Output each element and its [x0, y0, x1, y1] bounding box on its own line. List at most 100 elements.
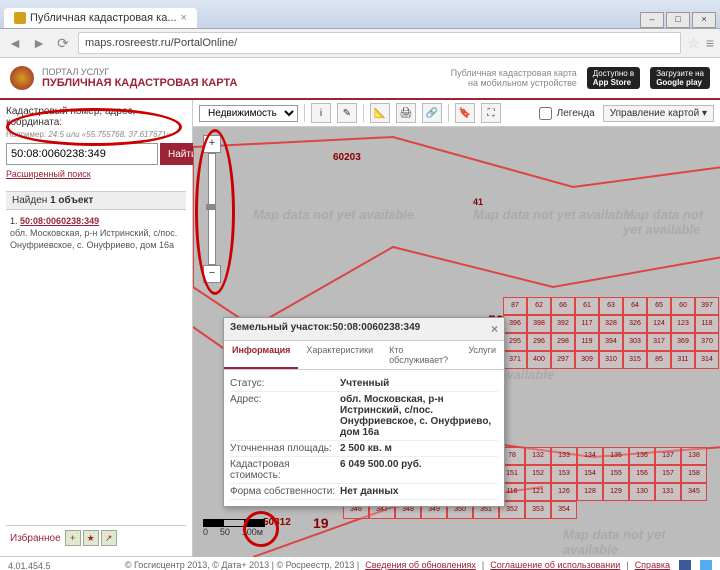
parcel[interactable]: 118	[695, 315, 719, 333]
parcel[interactable]: 131	[655, 483, 681, 501]
tab-service[interactable]: Кто обслуживает?	[381, 341, 460, 369]
extent-tool-icon[interactable]: ⛶	[481, 103, 501, 123]
cadastral-search-input[interactable]	[6, 143, 158, 165]
parcel[interactable]: 117	[575, 315, 599, 333]
url-input[interactable]: maps.rosreestr.ru/PortalOnline/	[78, 32, 681, 54]
measure-tool-icon[interactable]: 📐	[370, 103, 390, 123]
info-tool-icon[interactable]: i	[311, 103, 331, 123]
parcel[interactable]: 152	[525, 465, 551, 483]
parcel[interactable]: 370	[695, 333, 719, 351]
parcel[interactable]: 138	[681, 447, 707, 465]
forward-button[interactable]: ►	[30, 34, 48, 52]
parcel[interactable]: 154	[577, 465, 603, 483]
parcel[interactable]: 315	[623, 351, 647, 369]
parcel[interactable]: 328	[599, 315, 623, 333]
parcel[interactable]: 85	[647, 351, 671, 369]
parcel[interactable]: 326	[623, 315, 647, 333]
popup-close-button[interactable]: ×	[491, 322, 498, 336]
parcel[interactable]: 311	[671, 351, 695, 369]
parcel[interactable]: 296	[527, 333, 551, 351]
parcel[interactable]: 61	[575, 297, 599, 315]
parcel[interactable]: 126	[551, 483, 577, 501]
result-cadastral-link[interactable]: 50:08:0060238:349	[20, 216, 99, 226]
layer-select[interactable]: Недвижимость	[199, 105, 298, 122]
fav-list-icon[interactable]: ★	[83, 530, 99, 546]
parcel[interactable]: 124	[647, 315, 671, 333]
googleplay-badge[interactable]: Загрузите наGoogle play	[650, 67, 710, 89]
parcel[interactable]: 396	[503, 315, 527, 333]
footer-link-help[interactable]: Справка	[635, 560, 670, 570]
minimize-button[interactable]: –	[640, 12, 664, 28]
zoom-slider[interactable]	[208, 153, 216, 265]
parcel[interactable]: 153	[551, 465, 577, 483]
map-manage-button[interactable]: Управление картой ▾	[603, 105, 714, 122]
zoom-thumb[interactable]	[206, 204, 216, 210]
bookmark-star-icon[interactable]: ☆	[687, 35, 700, 52]
parcel[interactable]: 400	[527, 351, 551, 369]
parcel[interactable]: 310	[599, 351, 623, 369]
tab-services[interactable]: Услуги	[460, 341, 504, 369]
advanced-search-link[interactable]: Расширенный поиск	[6, 169, 186, 179]
footer-link-agreement[interactable]: Соглашение об использовании	[490, 560, 620, 570]
twitter-icon[interactable]	[700, 560, 712, 570]
parcel[interactable]: 156	[629, 465, 655, 483]
share-tool-icon[interactable]: 🔗	[422, 103, 442, 123]
facebook-icon[interactable]	[679, 560, 691, 570]
tab-info[interactable]: Информация	[224, 341, 298, 369]
reload-button[interactable]: ⟳	[54, 34, 72, 52]
parcel[interactable]: 398	[527, 315, 551, 333]
bookmark-tool-icon[interactable]: 🔖	[455, 103, 475, 123]
parcel[interactable]: 133	[551, 447, 577, 465]
close-window-button[interactable]: ×	[692, 12, 716, 28]
print-tool-icon[interactable]: 🖨	[396, 103, 416, 123]
parcel[interactable]: 297	[551, 351, 575, 369]
parcel[interactable]: 354	[551, 501, 577, 519]
zoom-out-button[interactable]: −	[203, 265, 221, 283]
parcel[interactable]: 371	[503, 351, 527, 369]
parcel[interactable]: 353	[525, 501, 551, 519]
parcel[interactable]: 66	[551, 297, 575, 315]
parcel[interactable]: 65	[647, 297, 671, 315]
parcel[interactable]: 60	[671, 297, 695, 315]
zoom-in-button[interactable]: +	[203, 135, 221, 153]
parcel[interactable]: 314	[695, 351, 719, 369]
parcel[interactable]: 397	[695, 297, 719, 315]
parcel[interactable]: 132	[525, 447, 551, 465]
map-canvas[interactable]: Map data not yet available Map data not …	[193, 127, 720, 557]
parcel[interactable]: 135	[603, 447, 629, 465]
parcel[interactable]: 64	[623, 297, 647, 315]
parcel[interactable]: 295	[503, 333, 527, 351]
fav-add-icon[interactable]: +	[65, 530, 81, 546]
parcel[interactable]: 369	[671, 333, 695, 351]
parcel[interactable]: 309	[575, 351, 599, 369]
parcel[interactable]: 87	[503, 297, 527, 315]
fav-export-icon[interactable]: ↗	[101, 530, 117, 546]
maximize-button[interactable]: □	[666, 12, 690, 28]
parcel[interactable]: 119	[575, 333, 599, 351]
parcel[interactable]: 158	[681, 465, 707, 483]
browser-tab[interactable]: Публичная кадастровая ка... ×	[4, 8, 197, 28]
popup-title-bar[interactable]: Земельный участок: 50:08:0060238:349 ×	[224, 318, 504, 341]
parcel[interactable]: 157	[655, 465, 681, 483]
parcel[interactable]: 155	[603, 465, 629, 483]
parcel[interactable]: 392	[551, 315, 575, 333]
search-result-item[interactable]: 1. 50:08:0060238:349 обл. Московская, р-…	[6, 210, 186, 257]
parcel[interactable]: 345	[681, 483, 707, 501]
parcel[interactable]: 62	[527, 297, 551, 315]
parcel[interactable]: 128	[577, 483, 603, 501]
parcel[interactable]: 121	[525, 483, 551, 501]
parcel[interactable]: 394	[599, 333, 623, 351]
parcel[interactable]: 130	[629, 483, 655, 501]
tab-close-icon[interactable]: ×	[181, 12, 187, 24]
chrome-menu-icon[interactable]: ≡	[706, 35, 714, 51]
parcel[interactable]: 303	[623, 333, 647, 351]
parcel[interactable]: 298	[551, 333, 575, 351]
back-button[interactable]: ◄	[6, 34, 24, 52]
parcel[interactable]: 63	[599, 297, 623, 315]
parcel[interactable]: 317	[647, 333, 671, 351]
appstore-badge[interactable]: Доступно вApp Store	[587, 67, 640, 89]
parcel[interactable]: 129	[603, 483, 629, 501]
parcel[interactable]: 134	[577, 447, 603, 465]
parcel[interactable]: 123	[671, 315, 695, 333]
legend-checkbox[interactable]: Легенда	[535, 104, 595, 123]
